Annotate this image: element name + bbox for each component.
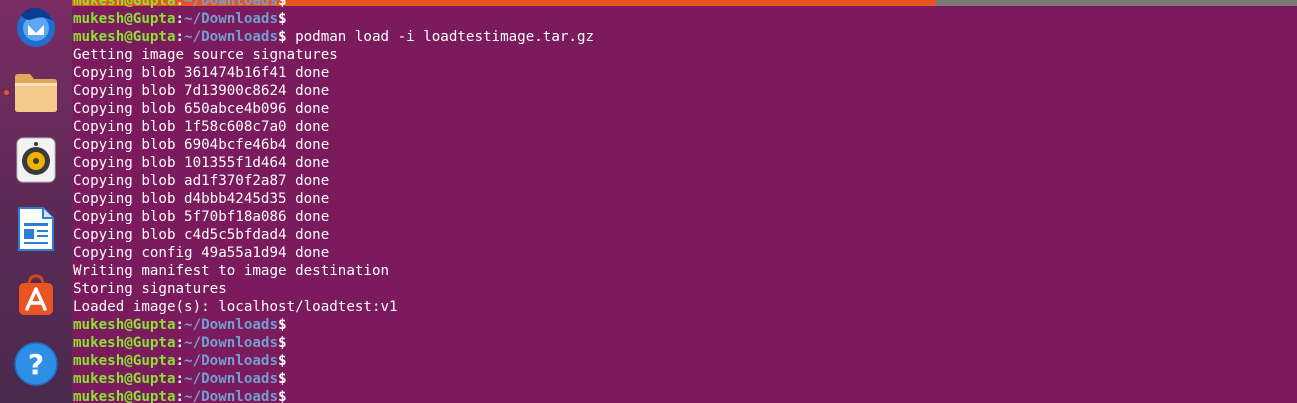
- prompt-line: mukesh@Gupta:~/Downloads$ podman load -i…: [73, 28, 594, 46]
- output-line: Copying blob 101355f1d464 done: [73, 155, 330, 171]
- prompt-colon: :: [175, 371, 185, 387]
- dock: ?: [0, 0, 72, 403]
- prompt-path: ~/Downloads: [184, 317, 279, 333]
- output-line: Copying blob 7d13900c8624 done: [73, 83, 330, 99]
- output-line: Copying config 49a55a1d94 done: [73, 245, 330, 261]
- ubuntu-software-icon[interactable]: [12, 271, 60, 319]
- prompt-symbol: $: [278, 335, 287, 351]
- prompt-symbol: $: [278, 317, 287, 333]
- prompt-user: mukesh@Gupta: [73, 29, 176, 45]
- output-line: Loaded image(s): localhost/loadtest:v1: [73, 299, 398, 315]
- prompt-line: mukesh@Gupta:~/Downloads$: [73, 352, 594, 370]
- prompt-colon: :: [175, 317, 185, 333]
- output-line: Copying blob 650abce4b096 done: [73, 101, 330, 117]
- thunderbird-icon[interactable]: [12, 2, 60, 50]
- prompt-path: ~/Downloads: [184, 0, 279, 9]
- prompt-user: mukesh@Gupta: [73, 371, 176, 387]
- output-line: Copying blob 5f70bf18a086 done: [73, 209, 330, 225]
- prompt-symbol: $: [278, 29, 287, 45]
- prompt-colon: :: [175, 0, 185, 9]
- running-indicator: [4, 90, 9, 95]
- prompt-colon: :: [175, 29, 185, 45]
- prompt-symbol: $: [278, 353, 287, 369]
- terminal-window[interactable]: mukesh@Gupta:~/Downloads$ mukesh@Gupta:~/…: [72, 0, 1297, 403]
- prompt-path: ~/Downloads: [184, 11, 279, 27]
- prompt-path: ~/Downloads: [184, 29, 279, 45]
- prompt-user: mukesh@Gupta: [73, 317, 176, 333]
- prompt-symbol: $: [278, 371, 287, 387]
- prompt-colon: :: [175, 389, 185, 403]
- prompt-colon: :: [175, 353, 185, 369]
- output-line: Storing signatures: [73, 281, 227, 297]
- prompt-line: mukesh@Gupta:~/Downloads$: [73, 388, 594, 403]
- command-text: podman load -i loadtestimage.tar.gz: [286, 29, 595, 45]
- prompt-user: mukesh@Gupta: [73, 353, 176, 369]
- output-line: Getting image source signatures: [73, 47, 338, 63]
- prompt-path: ~/Downloads: [184, 371, 279, 387]
- output-line: Copying blob c4d5c5bfdad4 done: [73, 227, 330, 243]
- output-line: Copying blob ad1f370f2a87 done: [73, 173, 330, 189]
- rhythmbox-icon[interactable]: [12, 136, 60, 184]
- prompt-symbol: $: [278, 11, 287, 27]
- output-line: Copying blob d4bbb4245d35 done: [73, 191, 330, 207]
- output-line: Copying blob 1f58c608c7a0 done: [73, 119, 330, 135]
- files-icon[interactable]: [12, 68, 60, 116]
- prompt-symbol: $: [278, 389, 287, 403]
- prompt-colon: :: [175, 335, 185, 351]
- terminal-output: mukesh@Gupta:~/Downloads$ mukesh@Gupta:~/…: [73, 0, 594, 403]
- help-icon[interactable]: ?: [12, 340, 60, 388]
- output-line: Copying blob 361474b16f41 done: [73, 65, 330, 81]
- prompt-line: mukesh@Gupta:~/Downloads$: [73, 0, 594, 10]
- prompt-symbol: $: [278, 0, 287, 9]
- output-line: Writing manifest to image destination: [73, 263, 390, 279]
- prompt-line: mukesh@Gupta:~/Downloads$: [73, 10, 594, 28]
- prompt-line: mukesh@Gupta:~/Downloads$: [73, 370, 594, 388]
- help-glyph: ?: [28, 348, 44, 381]
- libreoffice-writer-icon[interactable]: [12, 205, 60, 253]
- output-line: Copying blob 6904bcfe46b4 done: [73, 137, 330, 153]
- prompt-path: ~/Downloads: [184, 335, 279, 351]
- prompt-path: ~/Downloads: [184, 353, 279, 369]
- prompt-line: mukesh@Gupta:~/Downloads$: [73, 316, 594, 334]
- prompt-user: mukesh@Gupta: [73, 389, 176, 403]
- prompt-user: mukesh@Gupta: [73, 335, 176, 351]
- prompt-colon: :: [175, 11, 185, 27]
- prompt-user: mukesh@Gupta: [73, 11, 176, 27]
- prompt-line: mukesh@Gupta:~/Downloads$: [73, 334, 594, 352]
- prompt-user: mukesh@Gupta: [73, 0, 176, 9]
- prompt-path: ~/Downloads: [184, 389, 279, 403]
